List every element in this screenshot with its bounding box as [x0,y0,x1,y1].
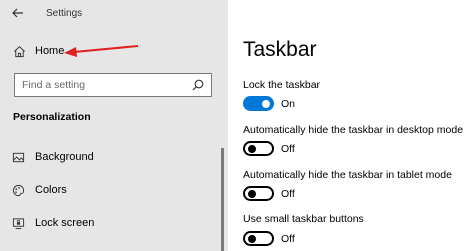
sidebar-item-lock-screen[interactable]: Lock screen [0,213,220,235]
toggle-knob [248,234,256,243]
sidebar: Settings Home Find a setting Personaliza… [0,0,228,251]
back-arrow-icon [12,8,23,18]
palette-icon [12,184,25,197]
search-input[interactable]: Find a setting [14,73,212,97]
back-button[interactable] [8,4,28,22]
autohide-tablet-toggle[interactable] [243,186,274,201]
toggle-state: Off [281,233,295,245]
sidebar-item-background[interactable]: Background [0,147,220,169]
sidebar-item-label: Background [35,151,94,163]
toggle-state: Off [281,188,295,200]
lock-taskbar-toggle[interactable] [243,96,274,111]
annotation-arrow [64,45,139,57]
toggle-knob [262,99,270,108]
autohide-desktop-toggle[interactable] [243,141,274,156]
sidebar-scrollbar[interactable] [221,148,224,251]
setting-label-lock-taskbar: Lock the taskbar [243,79,321,91]
search-icon [192,79,204,91]
window-title: Settings [46,8,83,19]
sidebar-item-label: Home [35,45,65,57]
setting-label-small-buttons: Use small taskbar buttons [243,213,364,225]
sidebar-item-label: Lock screen [35,217,95,229]
toggle-knob [248,189,256,198]
setting-label-autohide-desktop: Automatically hide the taskbar in deskto… [243,124,464,136]
toggle-state: On [281,98,296,110]
search-placeholder: Find a setting [22,79,86,91]
small-buttons-toggle[interactable] [243,231,274,246]
page-title: Taskbar [243,38,317,61]
toggle-state: Off [281,143,295,155]
sidebar-item-label: Colors [35,184,67,196]
sidebar-item-colors[interactable]: Colors [0,180,220,202]
section-heading: Personalization [13,111,91,123]
image-icon [12,152,25,163]
lock-screen-icon [12,218,25,230]
main-content: Taskbar Lock the taskbar On Automaticall… [228,0,474,251]
toggle-knob [248,144,256,153]
home-icon [14,46,25,58]
setting-label-autohide-tablet: Automatically hide the taskbar in tablet… [243,169,452,181]
title-bar: Settings [0,0,228,28]
